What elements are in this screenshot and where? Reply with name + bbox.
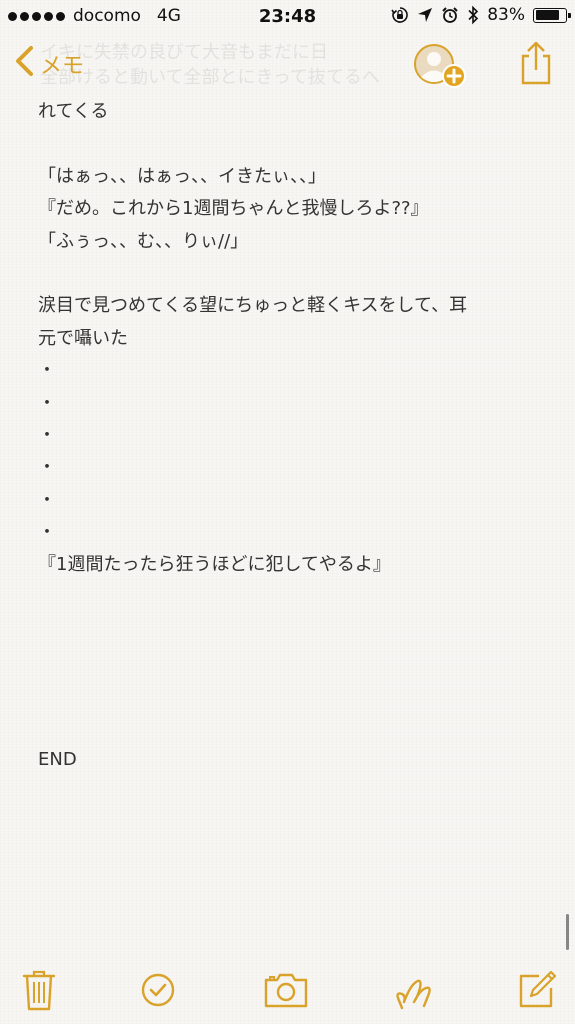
battery-level-fill (535, 10, 559, 20)
note-line: ・ (38, 457, 56, 479)
note-line (38, 258, 548, 290)
camera-button[interactable] (261, 968, 311, 1018)
note-line: 「ふぅっ、、む、、りぃ//」 (38, 230, 249, 252)
bluetooth-icon (467, 5, 479, 25)
note-line (38, 679, 548, 711)
sketch-icon (389, 968, 439, 1016)
note-line: ・ (38, 360, 56, 382)
note-line (38, 128, 548, 160)
share-icon (516, 41, 556, 90)
scroll-indicator[interactable] (566, 914, 569, 950)
note-line: ・ (38, 522, 56, 544)
share-button[interactable] (516, 40, 556, 86)
note-line: 『1週間たったら狂うほどに犯してやるよ』 (38, 554, 391, 576)
note-line: 『だめ。これから1週間ちゃんと我慢しろよ??』 (38, 198, 429, 220)
battery-percentage: 83% (487, 5, 525, 25)
note-line (38, 582, 548, 614)
camera-icon (261, 968, 311, 1012)
orientation-lock-icon (391, 6, 409, 24)
location-arrow-icon (417, 7, 433, 23)
note-line: ・ (38, 392, 56, 414)
navigation-bar: イキに失禁の良びて大音もまだに日 全部けると動いて全部とにきって抜てるへ メモ (0, 34, 575, 94)
delete-note-button[interactable] (14, 968, 64, 1018)
note-line: れてくる (38, 101, 109, 122)
battery-icon (533, 7, 571, 23)
status-bar-right: 83% (391, 5, 571, 25)
note-line: END (38, 748, 77, 770)
compose-new-note-button[interactable] (512, 968, 562, 1018)
back-to-notes-button[interactable]: メモ (14, 44, 84, 84)
trash-icon (14, 968, 64, 1012)
note-line: 元で囁いた (38, 327, 128, 349)
back-button-label: メモ (40, 54, 85, 79)
note-line (38, 614, 548, 646)
note-line: 涙目で見つめてくる望にちゅっと軽くキスをして、耳 (38, 295, 468, 317)
note-line: 「はぁっ、、はぁっ、、イきたぃ、、」 (38, 165, 326, 187)
add-checklist-button[interactable] (133, 968, 183, 1018)
compose-icon (512, 968, 562, 1012)
note-line: ・ (38, 489, 56, 511)
status-bar: docomo 4G 23:48 83% (0, 0, 575, 34)
note-line: ・ (38, 424, 56, 446)
checklist-icon (133, 968, 183, 1012)
note-text-body[interactable]: れてくる 「はぁっ、、はぁっ、、イきたぃ、、」 『だめ。これから1週間ちゃんと我… (38, 96, 548, 776)
alarm-clock-icon (441, 6, 459, 24)
note-line (38, 711, 548, 743)
bottom-toolbar (0, 962, 575, 1024)
note-line (38, 647, 548, 679)
chevron-left-icon (14, 45, 34, 83)
add-people-icon (412, 44, 470, 96)
sketch-button[interactable] (389, 968, 439, 1018)
add-people-button[interactable] (412, 42, 470, 92)
